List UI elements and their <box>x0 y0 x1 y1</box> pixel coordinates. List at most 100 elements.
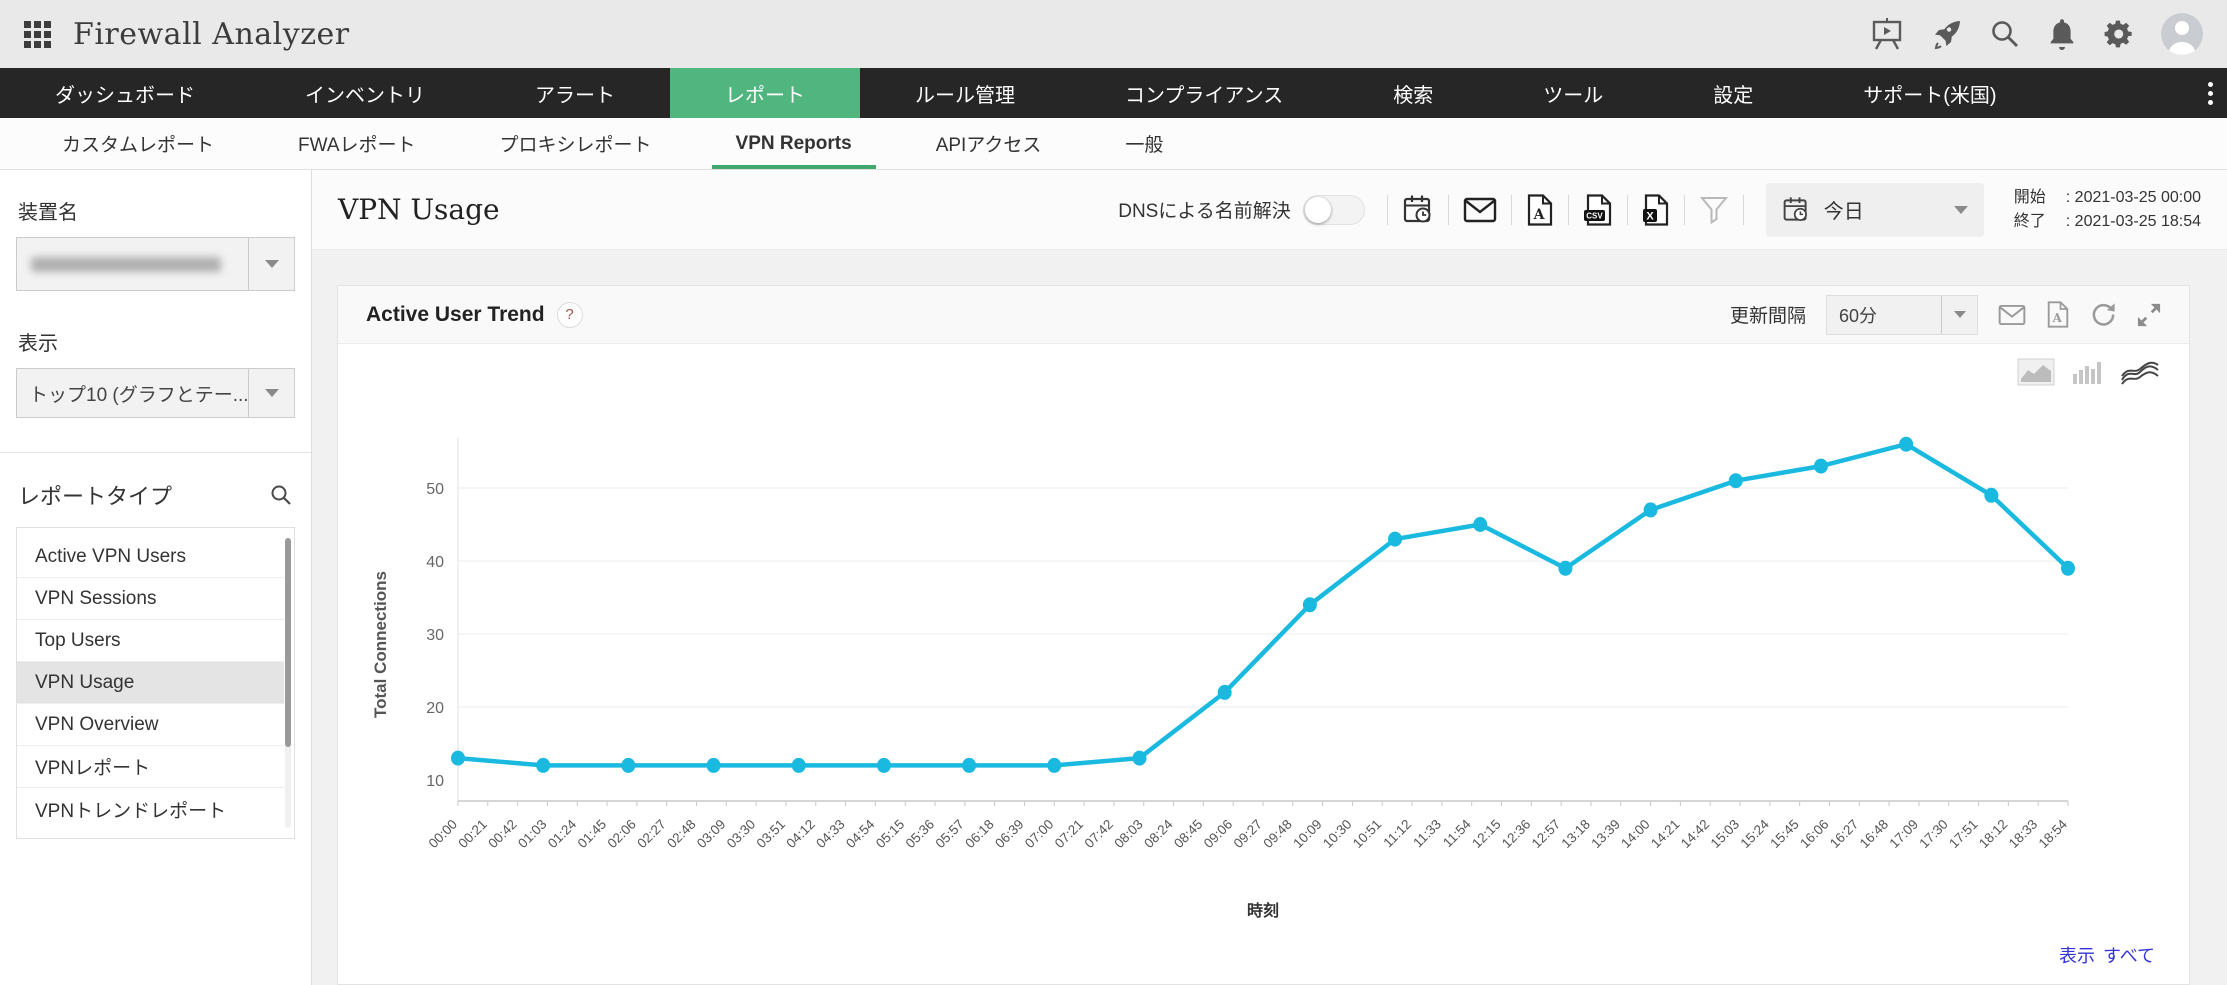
svg-text:30: 30 <box>426 627 444 644</box>
tab-api-access[interactable]: APIアクセス <box>894 118 1084 169</box>
device-name-label: 装置名 <box>18 202 78 224</box>
svg-text:02:48: 02:48 <box>664 817 699 852</box>
sidebar-divider <box>0 452 311 453</box>
mail-icon[interactable] <box>1463 197 1497 223</box>
bell-icon[interactable] <box>2047 18 2077 50</box>
nav-item-support-us[interactable]: サポート(米国) <box>1808 68 2051 118</box>
search-icon[interactable] <box>1989 18 2021 50</box>
rocket-icon[interactable] <box>1931 18 1963 50</box>
svg-text:06:18: 06:18 <box>962 817 997 852</box>
nav-item-tools[interactable]: ツール <box>1488 68 1658 118</box>
report-type-vpn-sessions[interactable]: VPN Sessions <box>17 578 284 620</box>
report-type-list: Active VPN Users VPN Sessions Top Users VPN… <box>16 527 295 839</box>
svg-text:40: 40 <box>426 554 444 571</box>
apps-grid-icon[interactable] <box>24 20 51 48</box>
svg-text:09:48: 09:48 <box>1260 817 1295 852</box>
gear-icon[interactable] <box>2103 18 2135 50</box>
scrollbar-thumb[interactable] <box>285 538 291 747</box>
mail-icon[interactable] <box>1998 304 2026 326</box>
line-chart-icon[interactable] <box>2121 358 2159 386</box>
pdf-icon[interactable]: A <box>2046 301 2070 328</box>
report-time-range: 開始: 2021-03-25 00:00 終了: 2021-03-25 18:5… <box>2014 186 2201 234</box>
device-name-select[interactable] <box>16 237 295 291</box>
end-label: 終了 <box>2013 212 2046 230</box>
tab-vpn-reports[interactable]: VPN Reports <box>694 118 894 169</box>
svg-text:07:21: 07:21 <box>1052 817 1087 852</box>
display-select[interactable]: トップ10 (グラフとテー... <box>16 368 295 418</box>
dns-resolve-toggle[interactable] <box>1302 194 1365 225</box>
tab-proxy-reports[interactable]: プロキシレポート <box>458 118 694 169</box>
svg-text:11:12: 11:12 <box>1380 817 1414 851</box>
report-type-vpn-report[interactable]: VPNレポート <box>17 746 284 788</box>
schedule-icon[interactable] <box>1402 194 1434 226</box>
date-range-select[interactable]: 今日 <box>1765 182 1984 237</box>
report-type-vpn-trend-report[interactable]: VPNトレンドレポート <box>17 788 284 830</box>
csv-icon[interactable]: CSV <box>1583 193 1613 226</box>
filter-icon[interactable] <box>1699 195 1729 225</box>
top-bar: Firewall Analyzer <box>0 0 2227 68</box>
svg-text:04:54: 04:54 <box>843 816 878 851</box>
svg-text:11:54: 11:54 <box>1440 816 1474 850</box>
nav-item-reports[interactable]: レポート <box>670 68 860 118</box>
start-value: : 2021-03-25 00:00 <box>2065 188 2201 206</box>
svg-text:17:51: 17:51 <box>1946 817 1981 852</box>
svg-text:01:24: 01:24 <box>545 816 580 851</box>
show-all-link-label: 表示 <box>2058 946 2095 966</box>
svg-text:05:57: 05:57 <box>932 817 967 852</box>
refresh-interval-value: 60分 <box>1839 305 1878 326</box>
show-all-link[interactable]: 表示 すべて <box>2059 942 2155 968</box>
main-nav: ダッシュボード インベントリ アラート レポート ルール管理 コンプライアンス 検索 ツール設… <box>0 68 2227 118</box>
svg-text:04:33: 04:33 <box>813 817 848 852</box>
svg-text:CSV: CSV <box>1586 211 1603 220</box>
refresh-icon[interactable] <box>2090 301 2117 328</box>
refresh-interval-label: 更新間隔 <box>1729 306 1806 327</box>
date-range-value: 今日 <box>1823 201 1864 223</box>
svg-text:12:36: 12:36 <box>1499 817 1534 852</box>
avatar[interactable] <box>2161 13 2203 55</box>
end-value: : 2021-03-25 18:54 <box>2065 212 2201 230</box>
svg-text:00:21: 00:21 <box>455 817 490 852</box>
pdf-icon[interactable]: A <box>1526 193 1554 226</box>
expand-icon[interactable] <box>2137 303 2161 327</box>
nav-item-rule-management[interactable]: ルール管理 <box>860 68 1070 118</box>
device-name-value-redacted <box>31 256 221 272</box>
nav-item-alerts[interactable]: アラート <box>480 68 670 118</box>
svg-text:時刻: 時刻 <box>1247 901 1279 920</box>
nav-item-inventory[interactable]: インベントリ <box>250 68 480 118</box>
report-type-top-users[interactable]: Top Users <box>17 620 284 662</box>
help-icon[interactable]: ? <box>556 301 583 328</box>
card-title: Active User Trend <box>366 302 545 326</box>
svg-text:16:27: 16:27 <box>1827 817 1862 852</box>
svg-text:08:03: 08:03 <box>1111 817 1146 852</box>
svg-text:07:42: 07:42 <box>1082 817 1117 852</box>
svg-text:18:33: 18:33 <box>2006 817 2041 852</box>
search-icon[interactable] <box>269 483 293 507</box>
nav-item-compliance[interactable]: コンプライアンス <box>1070 68 1338 118</box>
nav-item-settings[interactable]: 設定 <box>1658 68 1808 118</box>
svg-text:00:42: 00:42 <box>485 817 520 852</box>
area-chart-icon[interactable] <box>2017 358 2055 386</box>
report-type-active-vpn-users[interactable]: Active VPN Users <box>17 536 284 578</box>
app-title: Firewall Analyzer <box>73 16 350 52</box>
svg-text:10:09: 10:09 <box>1290 817 1325 852</box>
nav-item-dashboard[interactable]: ダッシュボード <box>0 68 250 118</box>
tab-fwa-reports[interactable]: FWAレポート <box>256 118 458 169</box>
main-content: VPN Usage DNSによる名前解決 A CSV X 今日 開始: 202… <box>312 170 2227 985</box>
kebab-menu-icon[interactable] <box>2208 68 2213 118</box>
nav-item-search[interactable]: 検索 <box>1338 68 1488 118</box>
report-type-vpn-usage[interactable]: VPN Usage <box>17 662 284 704</box>
svg-text:15:03: 15:03 <box>1708 817 1743 852</box>
presentation-icon[interactable] <box>1869 18 1905 50</box>
svg-text:12:57: 12:57 <box>1529 817 1564 852</box>
svg-text:03:51: 03:51 <box>754 817 789 852</box>
tab-general[interactable]: 一般 <box>1083 118 1205 169</box>
svg-text:17:09: 17:09 <box>1887 817 1922 852</box>
svg-text:14:00: 14:00 <box>1618 817 1653 852</box>
chevron-down-icon <box>1953 205 1968 214</box>
bar-chart-icon[interactable] <box>2071 358 2105 386</box>
tab-custom-reports[interactable]: カスタムレポート <box>20 118 256 169</box>
excel-icon[interactable]: X <box>1642 193 1670 226</box>
refresh-interval-select[interactable]: 60分 <box>1826 294 1978 335</box>
report-type-vpn-overview[interactable]: VPN Overview <box>17 704 284 746</box>
svg-text:15:45: 15:45 <box>1767 817 1802 852</box>
